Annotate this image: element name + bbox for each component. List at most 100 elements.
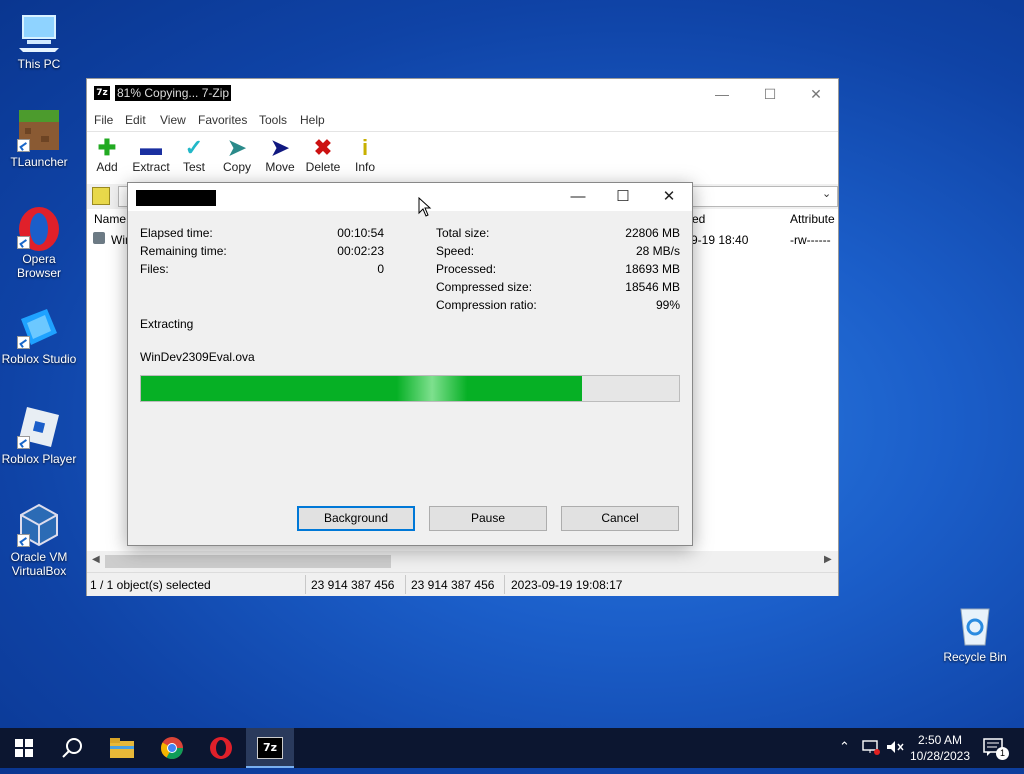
remaining-time-value: 00:02:23 — [337, 244, 384, 258]
compressed-size-value: 18546 MB — [625, 280, 680, 294]
clock-date: 10/28/2023 — [909, 749, 971, 763]
window-title: 81% Copying... 7-Zip — [115, 85, 232, 101]
info-button[interactable]: i Info — [343, 136, 387, 175]
extract-button[interactable]: ▬ Extract — [129, 136, 173, 175]
desktop-icon-recycle-bin[interactable]: Recycle Bin — [936, 603, 1014, 664]
progress-dialog: — ☐ ✕ Elapsed time: 00:10:54 Remaining t… — [127, 182, 693, 546]
dialog-close-button[interactable]: ✕ — [647, 183, 691, 211]
notification-count-badge: 1 — [996, 747, 1009, 760]
menu-view[interactable]: View — [160, 113, 186, 127]
system-clock[interactable]: 2:50 AM 10/28/2023 — [908, 732, 972, 764]
chrome-icon — [161, 737, 183, 759]
menu-help[interactable]: Help — [300, 113, 325, 127]
progress-bar-fill — [141, 376, 583, 401]
taskbar-file-explorer[interactable] — [98, 728, 146, 768]
opera-icon — [210, 737, 232, 759]
copy-button[interactable]: ➤ Copy — [215, 135, 259, 175]
taskbar-7zip[interactable]: 7z — [246, 728, 294, 768]
add-button[interactable]: ✚ Add — [85, 135, 129, 175]
dialog-minimize-button[interactable]: — — [556, 183, 600, 211]
processed-label: Processed: — [436, 262, 497, 276]
desktop-icon-virtualbox[interactable]: Oracle VM VirtualBox — [0, 503, 78, 578]
menu-bar: File Edit View Favorites Tools Help — [87, 109, 838, 131]
status-modified: 2023-09-19 19:08:17 — [511, 578, 623, 592]
network-icon[interactable] — [862, 739, 880, 758]
taskbar-opera[interactable] — [197, 728, 245, 768]
row-modified: 9-19 18:40 — [691, 233, 749, 247]
desktop-icon-label: Oracle VM VirtualBox — [10, 550, 68, 578]
desktop-icon-roblox-studio[interactable]: Roblox Studio — [0, 305, 78, 366]
menu-edit[interactable]: Edit — [125, 113, 146, 127]
dialog-title-redacted — [136, 190, 216, 206]
move-button[interactable]: ➤ Move — [258, 136, 302, 175]
search-icon — [62, 738, 82, 758]
opera-icon — [17, 205, 61, 251]
compressed-size-label: Compressed size: — [436, 280, 533, 294]
column-name[interactable]: Name — [94, 212, 126, 226]
desktop-icon-roblox-player[interactable]: Roblox Player — [0, 405, 78, 466]
background-button[interactable]: Background — [297, 506, 415, 531]
files-value: 0 — [377, 262, 384, 276]
volume-muted-icon[interactable] — [886, 739, 904, 758]
desktop-icon-this-pc[interactable]: This PC — [0, 10, 78, 71]
row-attributes: -rw------ — [790, 233, 831, 247]
desktop-icon-opera[interactable]: Opera Browser — [0, 205, 78, 280]
pause-button[interactable]: Pause — [429, 506, 547, 531]
scroll-right-icon[interactable]: ▶ — [824, 554, 832, 565]
column-attributes[interactable]: Attribute — [790, 212, 835, 226]
search-button[interactable] — [48, 728, 96, 768]
info-label: Info — [354, 160, 375, 174]
speed-value: 28 MB/s — [635, 244, 680, 258]
menu-favorites[interactable]: Favorites — [198, 113, 247, 127]
menu-file[interactable]: File — [94, 113, 113, 127]
compression-ratio-label: Compression ratio: — [436, 298, 537, 312]
cancel-button[interactable]: Cancel — [561, 506, 679, 531]
start-icon — [15, 739, 33, 757]
desktop-icon-label: TLauncher — [10, 155, 68, 169]
scroll-left-icon[interactable]: ◀ — [92, 554, 100, 565]
file-icon — [93, 232, 105, 244]
check-icon: ✓ — [184, 135, 204, 160]
arrow-copy-icon: ➤ — [227, 135, 247, 160]
add-label: Add — [96, 160, 118, 174]
progress-bar — [140, 375, 680, 402]
chevron-up-icon[interactable]: ⌃ — [839, 739, 850, 755]
taskbar-chrome[interactable] — [148, 728, 196, 768]
x-icon: ✖ — [313, 135, 333, 160]
desktop-icon-label: Recycle Bin — [943, 650, 1007, 664]
column-modified[interactable]: ed — [692, 212, 705, 226]
scroll-thumb[interactable] — [105, 555, 391, 568]
desktop-icon-label: Roblox Player — [1, 452, 77, 466]
maximize-button[interactable]: ☐ — [747, 79, 793, 109]
up-folder-icon[interactable] — [92, 187, 110, 205]
elapsed-time-label: Elapsed time: — [140, 226, 213, 240]
close-button[interactable]: ✕ — [793, 79, 839, 109]
plus-icon: ✚ — [97, 135, 117, 160]
virtualbox-icon — [17, 503, 61, 547]
computer-icon — [17, 10, 61, 54]
horizontal-scrollbar[interactable]: ◀ ▶ — [87, 553, 838, 570]
mouse-cursor-icon — [418, 196, 432, 220]
status-size: 23 914 387 456 — [311, 578, 395, 592]
delete-label: Delete — [305, 160, 341, 174]
status-selection: 1 / 1 object(s) selected — [90, 578, 211, 592]
status-packed: 23 914 387 456 — [411, 578, 495, 592]
test-button[interactable]: ✓ Test — [172, 135, 216, 175]
test-label: Test — [182, 160, 205, 174]
remaining-time-label: Remaining time: — [140, 244, 227, 258]
chevron-down-icon[interactable]: ⌄ — [822, 187, 831, 200]
desktop-icon-tlauncher[interactable]: TLauncher — [0, 108, 78, 169]
delete-button[interactable]: ✖ Delete — [301, 135, 345, 175]
minimize-button[interactable]: — — [699, 79, 745, 109]
dialog-maximize-button[interactable]: ☐ — [601, 183, 645, 211]
speed-label: Speed: — [436, 244, 475, 258]
start-button[interactable] — [0, 728, 48, 768]
roblox-player-icon — [17, 405, 61, 449]
dialog-title-bar[interactable]: — ☐ ✕ — [128, 183, 692, 211]
title-bar[interactable]: 7z 81% Copying... 7-Zip — ☐ ✕ — [87, 79, 838, 109]
roblox-studio-icon — [17, 305, 61, 349]
files-label: Files: — [140, 262, 169, 276]
notification-center-button[interactable]: 1 — [983, 738, 1009, 761]
menu-tools[interactable]: Tools — [259, 113, 287, 127]
move-label: Move — [265, 160, 295, 174]
